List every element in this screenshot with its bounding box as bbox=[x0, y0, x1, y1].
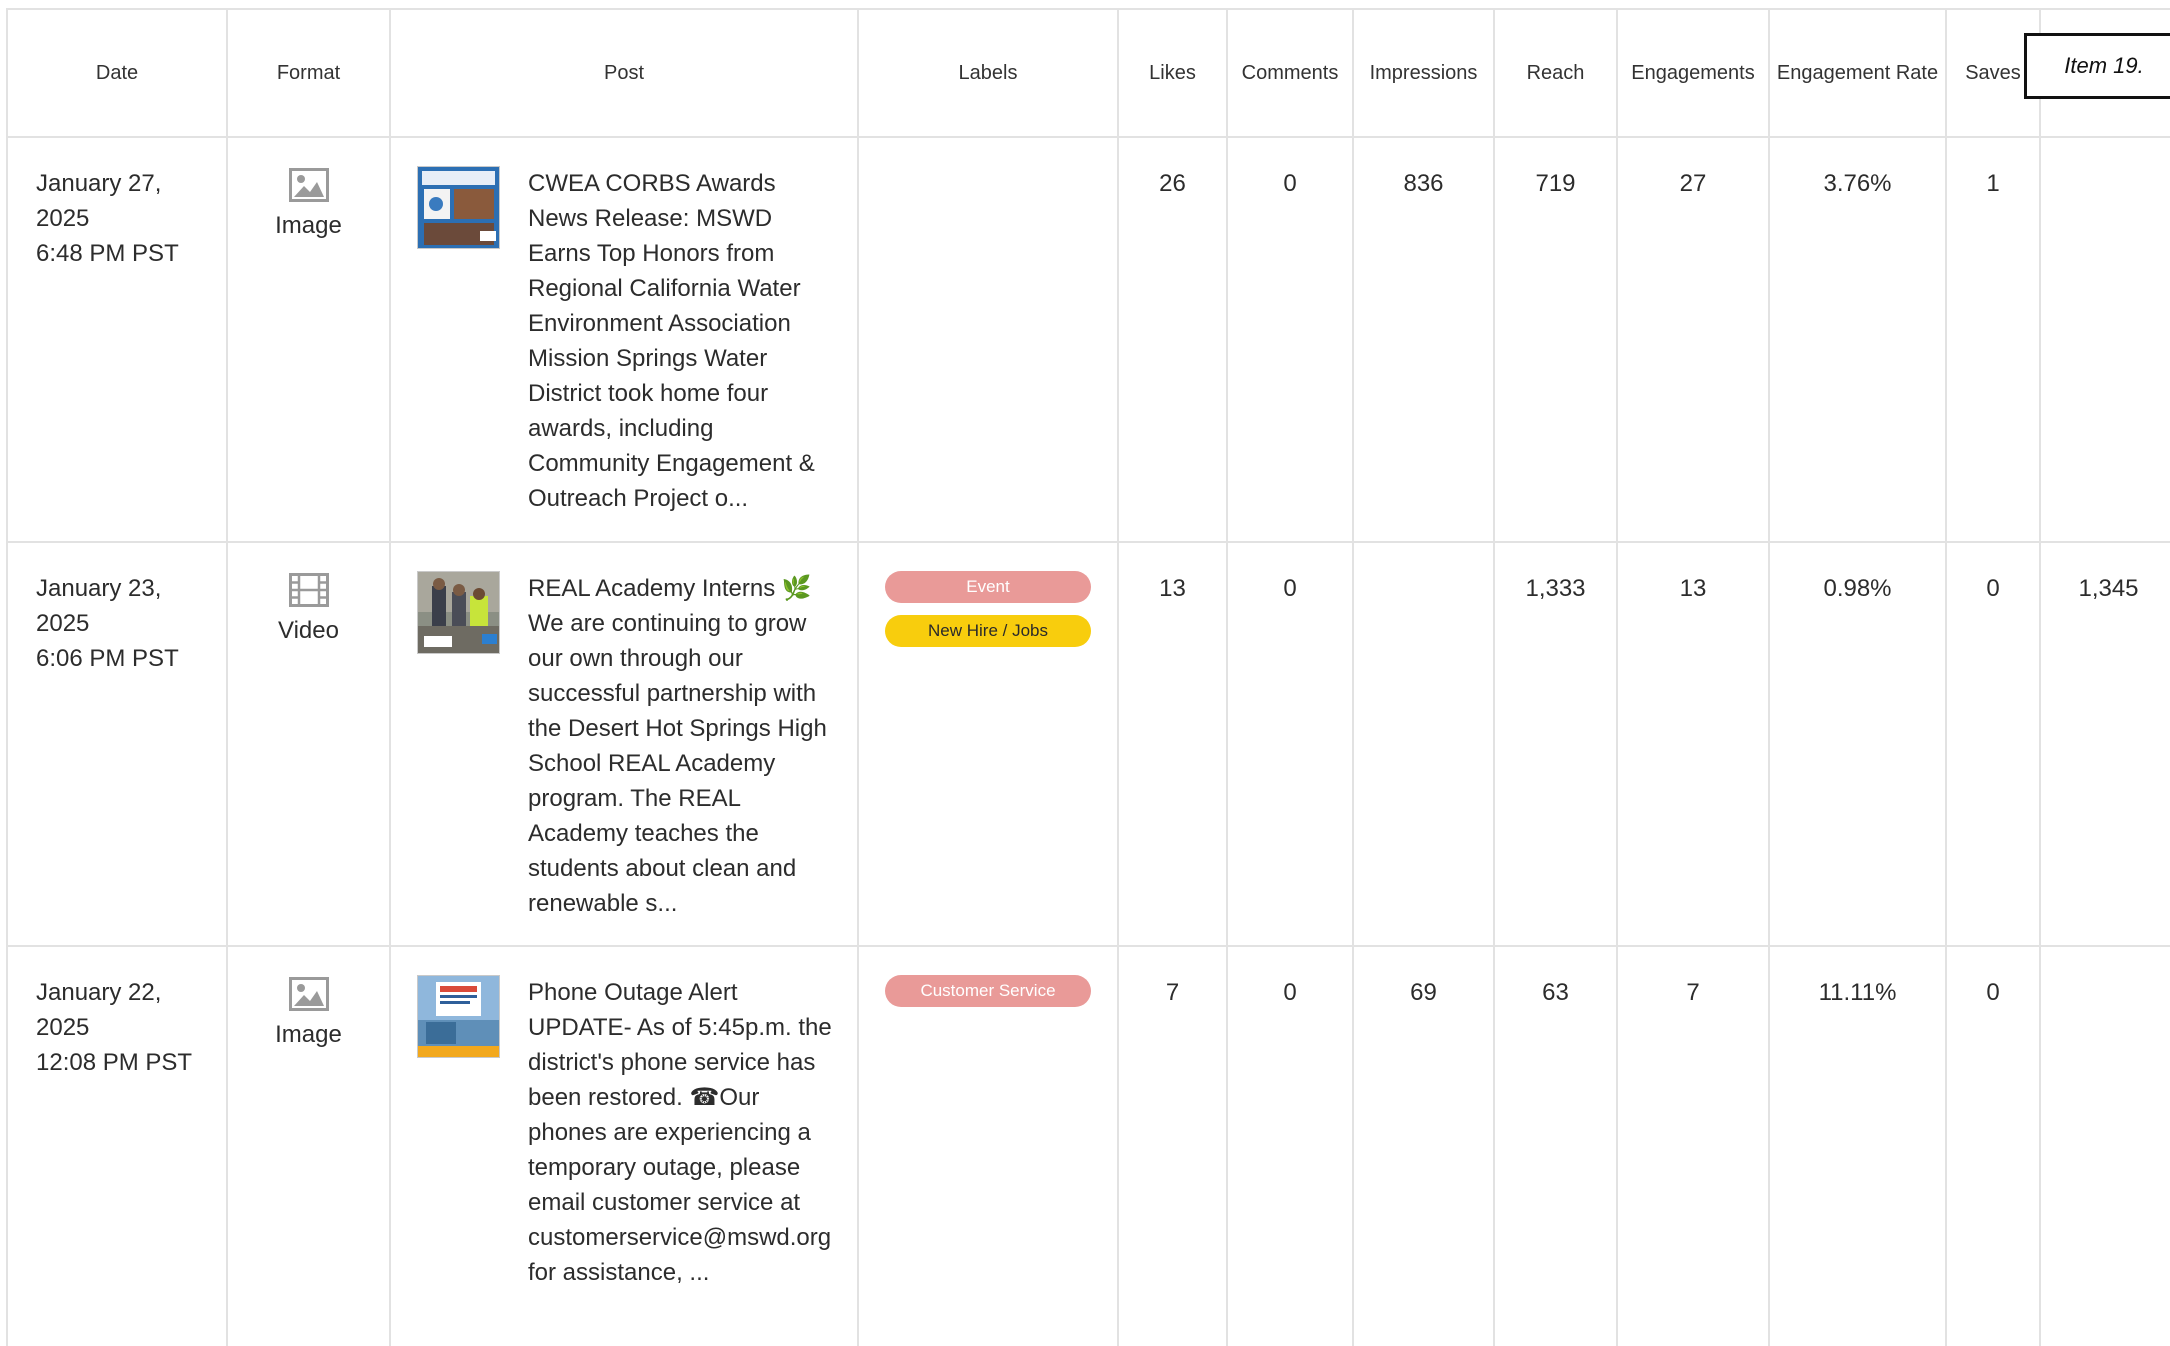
table-row[interactable]: January 22, 2025 12:08 PM PST Image Phon… bbox=[6, 945, 2170, 1346]
date-cell: January 23, 2025 6:06 PM PST bbox=[6, 541, 228, 947]
post-cell[interactable]: REAL Academy Interns 🌿We are continuing … bbox=[389, 541, 859, 947]
date-year: 2025 bbox=[36, 205, 90, 232]
reach-cell: 1,333 bbox=[1493, 541, 1618, 947]
date-text: January 22, bbox=[36, 979, 162, 1006]
format-cell: Image bbox=[226, 136, 391, 543]
likes-cell: 13 bbox=[1117, 541, 1228, 947]
table-header-row: Date Format Post Labels Likes Comments I… bbox=[6, 8, 2170, 138]
header-engagements[interactable]: Engagements bbox=[1616, 8, 1770, 138]
engagement-rate-cell: 3.76% bbox=[1768, 136, 1947, 543]
header-labels[interactable]: Labels bbox=[857, 8, 1119, 138]
date-text: January 23, bbox=[36, 575, 162, 602]
extra-cell bbox=[2039, 136, 2170, 543]
engagements-cell: 13 bbox=[1616, 541, 1770, 947]
date-text: January 27, bbox=[36, 170, 162, 197]
labels-cell: Customer Service bbox=[857, 945, 1119, 1346]
engagements-cell: 27 bbox=[1616, 136, 1770, 543]
item-number-box: Item 19. bbox=[2024, 33, 2170, 99]
comments-cell: 0 bbox=[1226, 945, 1354, 1346]
video-icon bbox=[288, 573, 329, 609]
image-icon bbox=[288, 977, 329, 1013]
label-new-hire-badge[interactable]: New Hire / Jobs bbox=[885, 615, 1091, 647]
time-text: 6:06 PM PST bbox=[36, 645, 179, 672]
date-year: 2025 bbox=[36, 1014, 90, 1041]
post-cell[interactable]: Phone Outage Alert UPDATE- As of 5:45p.m… bbox=[389, 945, 859, 1346]
header-comments[interactable]: Comments bbox=[1226, 8, 1354, 138]
post-cell[interactable]: CWEA CORBS Awards News Release: MSWD Ear… bbox=[389, 136, 859, 543]
header-reach[interactable]: Reach bbox=[1493, 8, 1618, 138]
format-cell: Video bbox=[226, 541, 391, 947]
saves-cell: 0 bbox=[1945, 945, 2041, 1346]
format-cell: Image bbox=[226, 945, 391, 1346]
header-likes[interactable]: Likes bbox=[1117, 8, 1228, 138]
report-table-container: Date Format Post Labels Likes Comments I… bbox=[6, 8, 2170, 1346]
extra-cell: 1,345 bbox=[2039, 541, 2170, 947]
format-label: Image bbox=[275, 212, 342, 239]
post-text[interactable]: REAL Academy Interns 🌿We are continuing … bbox=[528, 571, 837, 921]
reach-cell: 719 bbox=[1493, 136, 1618, 543]
post-text[interactable]: CWEA CORBS Awards News Release: MSWD Ear… bbox=[528, 166, 837, 516]
labels-cell: Event New Hire / Jobs bbox=[857, 541, 1119, 947]
post-thumbnail[interactable] bbox=[417, 975, 500, 1058]
post-thumbnail[interactable] bbox=[417, 166, 500, 249]
date-year: 2025 bbox=[36, 610, 90, 637]
date-cell: January 22, 2025 12:08 PM PST bbox=[6, 945, 228, 1346]
saves-cell: 1 bbox=[1945, 136, 2041, 543]
engagement-rate-cell: 11.11% bbox=[1768, 945, 1947, 1346]
header-impressions[interactable]: Impressions bbox=[1352, 8, 1495, 138]
header-engagement-rate[interactable]: Engagement Rate bbox=[1768, 8, 1947, 138]
labels-cell bbox=[857, 136, 1119, 543]
saves-cell: 0 bbox=[1945, 541, 2041, 947]
date-cell: January 27, 2025 6:48 PM PST bbox=[6, 136, 228, 543]
impressions-cell: 836 bbox=[1352, 136, 1495, 543]
table-row[interactable]: January 27, 2025 6:48 PM PST Image CWEA … bbox=[6, 136, 2170, 543]
likes-cell: 26 bbox=[1117, 136, 1228, 543]
header-post[interactable]: Post bbox=[389, 8, 859, 138]
post-performance-table: Date Format Post Labels Likes Comments I… bbox=[6, 8, 2170, 1346]
header-date[interactable]: Date bbox=[6, 8, 228, 138]
extra-cell bbox=[2039, 945, 2170, 1346]
format-label: Video bbox=[278, 617, 339, 644]
header-format[interactable]: Format bbox=[226, 8, 391, 138]
comments-cell: 0 bbox=[1226, 541, 1354, 947]
comments-cell: 0 bbox=[1226, 136, 1354, 543]
post-thumbnail[interactable] bbox=[417, 571, 500, 654]
label-customer-service-badge[interactable]: Customer Service bbox=[885, 975, 1091, 1007]
engagement-rate-cell: 0.98% bbox=[1768, 541, 1947, 947]
reach-cell: 63 bbox=[1493, 945, 1618, 1346]
impressions-cell: 69 bbox=[1352, 945, 1495, 1346]
impressions-cell bbox=[1352, 541, 1495, 947]
time-text: 6:48 PM PST bbox=[36, 240, 179, 267]
time-text: 12:08 PM PST bbox=[36, 1049, 193, 1076]
format-label: Image bbox=[275, 1021, 342, 1048]
likes-cell: 7 bbox=[1117, 945, 1228, 1346]
image-icon bbox=[288, 168, 329, 204]
label-event-badge[interactable]: Event bbox=[885, 571, 1091, 603]
table-row[interactable]: January 23, 2025 6:06 PM PST Video REAL … bbox=[6, 541, 2170, 947]
engagements-cell: 7 bbox=[1616, 945, 1770, 1346]
post-text[interactable]: Phone Outage Alert UPDATE- As of 5:45p.m… bbox=[528, 975, 837, 1290]
